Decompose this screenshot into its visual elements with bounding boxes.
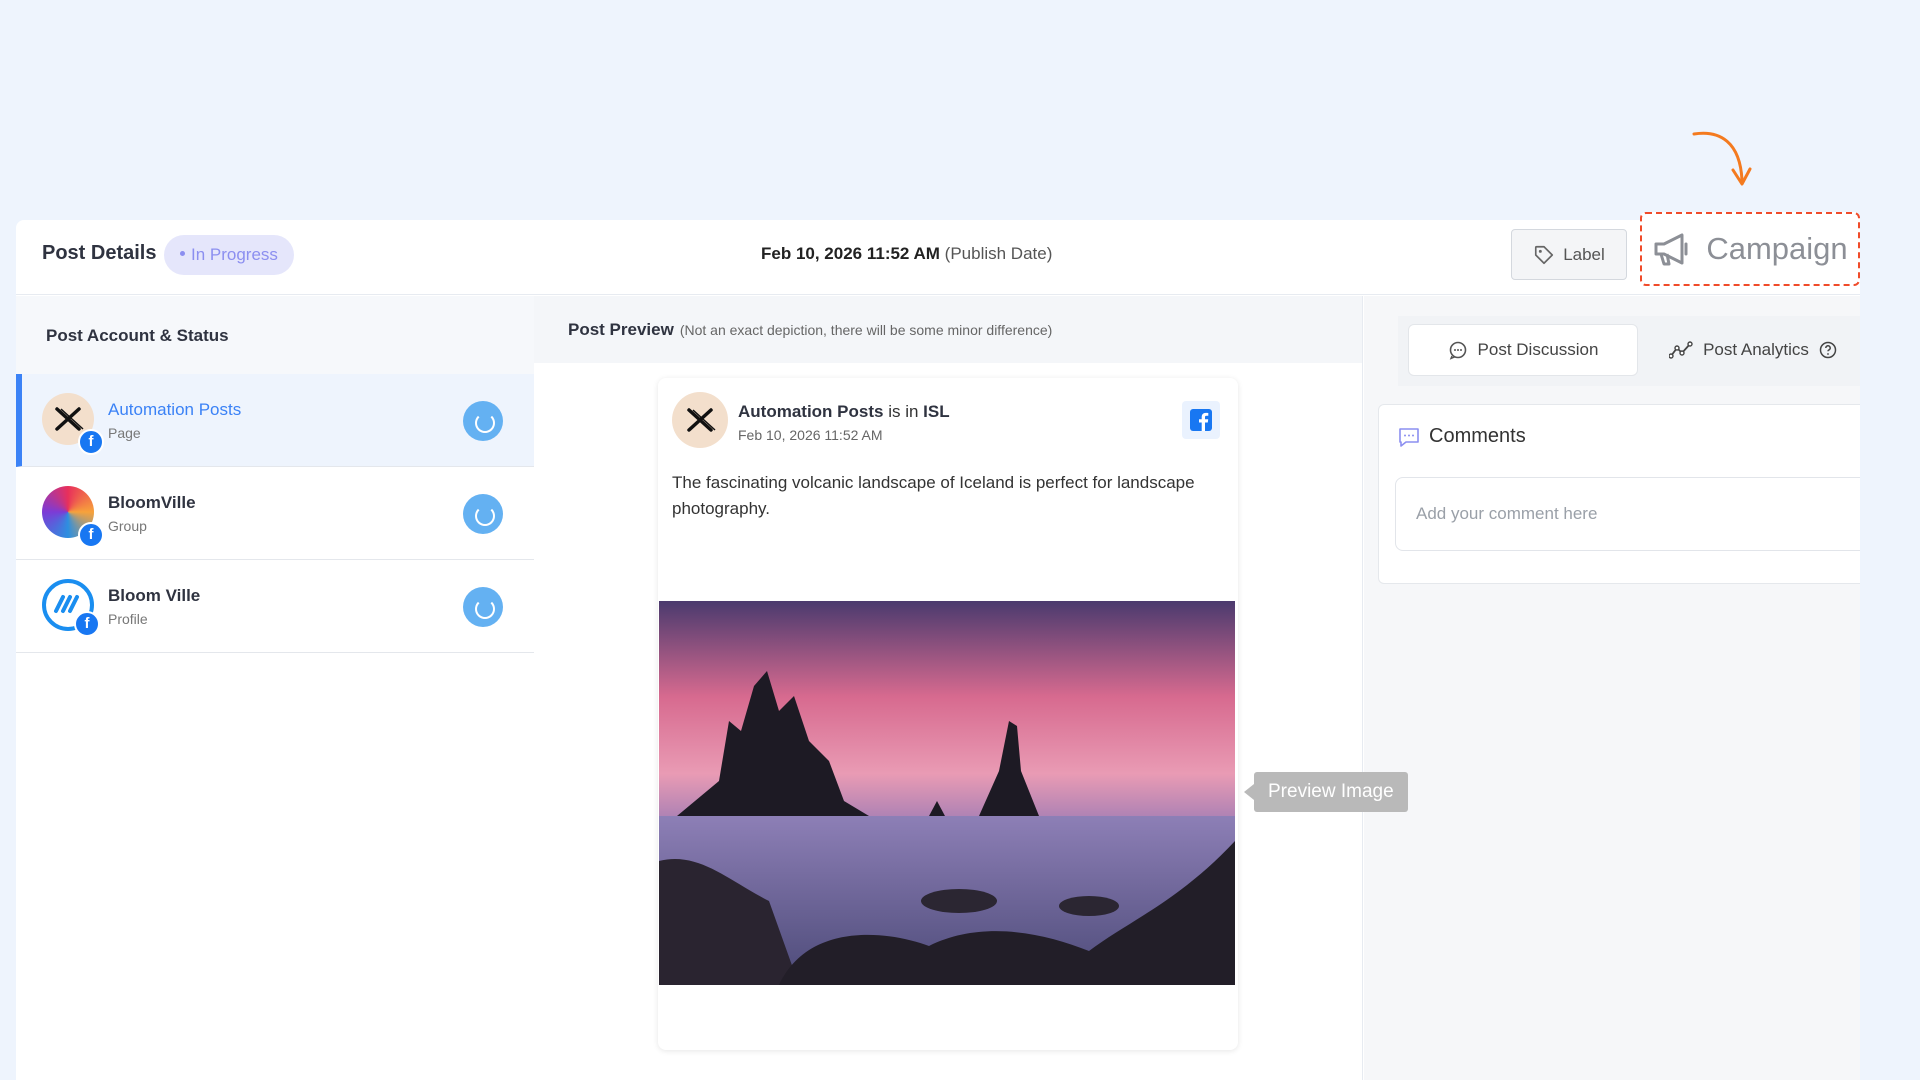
status-label: In Progress [191,245,278,264]
post-preview-panel: Post Preview (Not an exact depiction, the… [534,296,1363,1080]
preview-image-tooltip: Preview Image [1244,772,1408,812]
post-details-card: Post Details In Progress Feb 10, 2026 11… [16,212,1879,1080]
facebook-icon: f [78,429,104,455]
tab-post-analytics[interactable]: Post Analytics [1648,324,1858,376]
x-logo-icon [687,408,716,432]
megaphone-icon [1654,233,1688,266]
card-date: Feb 10, 2026 11:52 AM [738,427,883,443]
post-preview-image[interactable] [659,601,1235,985]
facebook-icon: f [74,611,100,637]
post-account-status-heading: Post Account & Status [16,296,534,374]
loading-spinner-icon [463,401,503,441]
tab-post-analytics-label: Post Analytics [1703,340,1809,359]
avatar: f [42,393,104,455]
tab-post-discussion[interactable]: Post Discussion [1408,324,1638,376]
campaign-button[interactable]: Campaign [1640,212,1860,286]
account-row-bloomville[interactable]: f BloomVille Group [16,467,534,560]
avatar: f [42,579,100,637]
chat-bubble-icon [1449,341,1466,360]
arrow-icon [1692,131,1752,186]
loading-spinner-icon [463,494,503,534]
status-dot [180,251,185,257]
avatar: f [42,486,104,548]
account-name: BloomVille [108,493,196,512]
account-row-automation-posts[interactable]: f Automation Posts Page [16,374,534,467]
avatar [672,392,728,448]
comments-section: Comments [1378,404,1879,584]
publish-date-value: Feb 10, 2026 11:52 AM [761,244,940,263]
tag-icon [1535,245,1554,264]
page-title: Post Details [42,242,157,264]
account-type: Group [108,518,147,534]
page-edge [1860,220,1920,1080]
account-type: Page [108,425,141,441]
publish-date-suffix: (Publish Date) [944,244,1053,263]
post-preview-title: Post Preview [568,320,674,339]
post-account-status-panel: Post Account & Status f Automation Posts… [16,296,534,1080]
card-account-name: Automation Posts [738,402,884,421]
status-badge: In Progress [164,235,294,275]
post-preview-heading: Post Preview (Not an exact depiction, the… [534,296,1362,363]
facebook-icon: f [78,522,104,548]
account-type: Profile [108,611,148,627]
card-account-line: Automation Posts is in ISL [738,402,950,422]
analytics-icon [1669,341,1693,359]
account-row-bloom-ville[interactable]: f Bloom Ville Profile [16,560,534,653]
comments-title: Comments [1429,425,1526,447]
discussion-panel: Post Discussion Post Analytics Comments [1364,296,1879,1080]
iceland-landscape-image [659,601,1235,985]
campaign-button-text: Campaign [1706,231,1848,266]
post-preview-note: (Not an exact depiction, there will be s… [679,322,1053,338]
card-location-text: is in [888,402,919,421]
facebook-post-card: Automation Posts is in ISL Feb 10, 2026 … [658,378,1238,1050]
card-post-text: The fascinating volcanic landscape of Ic… [672,473,1195,518]
help-circle-icon[interactable] [1819,341,1837,359]
tab-post-discussion-label: Post Discussion [1477,340,1599,359]
facebook-icon [1182,401,1220,439]
account-name: Automation Posts [108,400,242,419]
card-location: ISL [923,402,950,421]
comment-input[interactable] [1395,477,1879,551]
loading-spinner-icon [463,587,503,627]
label-button-text: Label [1563,244,1605,264]
account-name: Bloom Ville [108,586,201,605]
discussion-tabs: Post Discussion Post Analytics [1398,316,1868,386]
post-details-header: Post Details In Progress Feb 10, 2026 11… [16,212,1860,295]
publish-date: Feb 10, 2026 11:52 AM (Publish Date) [761,244,1052,264]
label-button[interactable]: Label [1511,229,1627,280]
comment-icon [1399,428,1419,447]
